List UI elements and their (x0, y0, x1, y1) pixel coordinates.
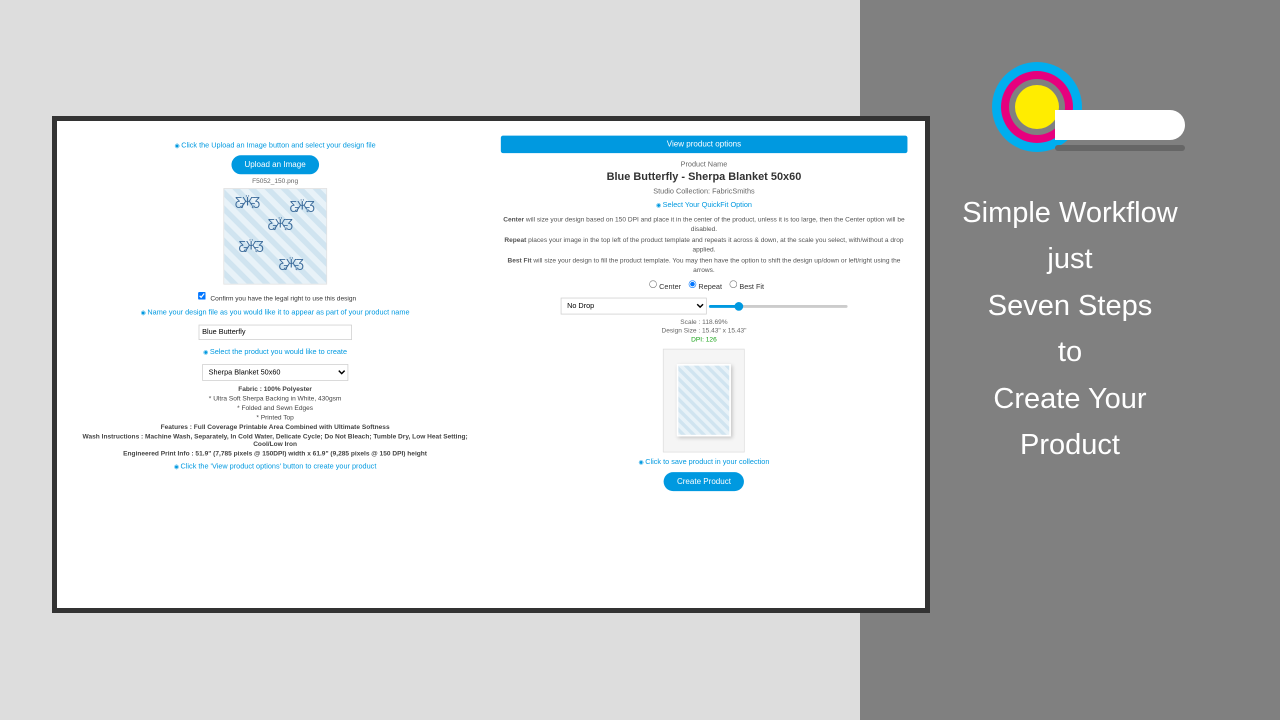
studio-label: Studio Collection: FabricSmiths (500, 187, 907, 195)
drop-select[interactable]: No Drop (560, 297, 706, 314)
fabric-label: Fabric : 100% Polyester (72, 385, 479, 392)
center-desc: Center Center will size your design base… (500, 215, 907, 233)
legal-confirm[interactable]: Confirm you have the legal right to use … (72, 289, 479, 303)
brand-logo (985, 50, 1155, 160)
print-info-label: Engineered Print Info : 51.9" (7,785 pix… (72, 450, 479, 457)
bestfit-desc: Best Fit will size your design to fill t… (500, 256, 907, 274)
step-2-label: Name your design file as you would like … (72, 309, 479, 317)
spec-3: * Printed Top (72, 414, 479, 421)
step-5-label: Select Your QuickFit Option (500, 201, 907, 209)
step-1-label: Click the Upload an Image button and sel… (72, 141, 479, 149)
spec-1: * Ultra Soft Sherpa Backing in White, 43… (72, 395, 479, 402)
scale-value: Scale : 118.69% (500, 318, 907, 325)
size-value: Design Size : 15.43" x 15.43" (500, 327, 907, 334)
step-6-label: Click to save product in your collection (500, 458, 907, 466)
quickfit-options[interactable]: Center Repeat Best Fit (500, 279, 907, 291)
view-options-button[interactable]: View product options (500, 136, 907, 154)
repeat-desc: Repeat places your image in the top left… (500, 236, 907, 254)
product-title: Blue Butterfly - Sherpa Blanket 50x60 (500, 171, 907, 183)
design-preview: Ƹ̵̡Ӝ̵̨̄Ʒ Ƹ̵̡Ӝ̵̨̄Ʒ Ƹ̵̡Ӝ̵̨̄Ʒ Ƹ̵̡Ӝ̵̨̄Ʒ Ƹ̵̡Ӝ… (223, 188, 327, 284)
product-select[interactable]: Sherpa Blanket 50x60 (202, 364, 348, 381)
dpi-value: DPI: 126 (500, 335, 907, 342)
scale-slider[interactable] (709, 305, 848, 308)
upload-image-button[interactable]: Upload an Image (231, 155, 318, 174)
product-preview (663, 348, 745, 452)
step-4-label: Click the 'View product options' button … (72, 463, 479, 471)
step-3-label: Select the product you would like to cre… (72, 348, 479, 356)
product-name-label: Product Name (500, 160, 907, 168)
features-label: Features : Full Coverage Printable Area … (72, 423, 479, 430)
create-product-button[interactable]: Create Product (664, 472, 744, 491)
uploaded-filename: F5052_150.png (72, 177, 479, 184)
design-name-input[interactable] (198, 325, 351, 340)
wash-label: Wash Instructions : Machine Wash, Separa… (72, 433, 479, 448)
spec-2: * Folded and Sewn Edges (72, 404, 479, 411)
